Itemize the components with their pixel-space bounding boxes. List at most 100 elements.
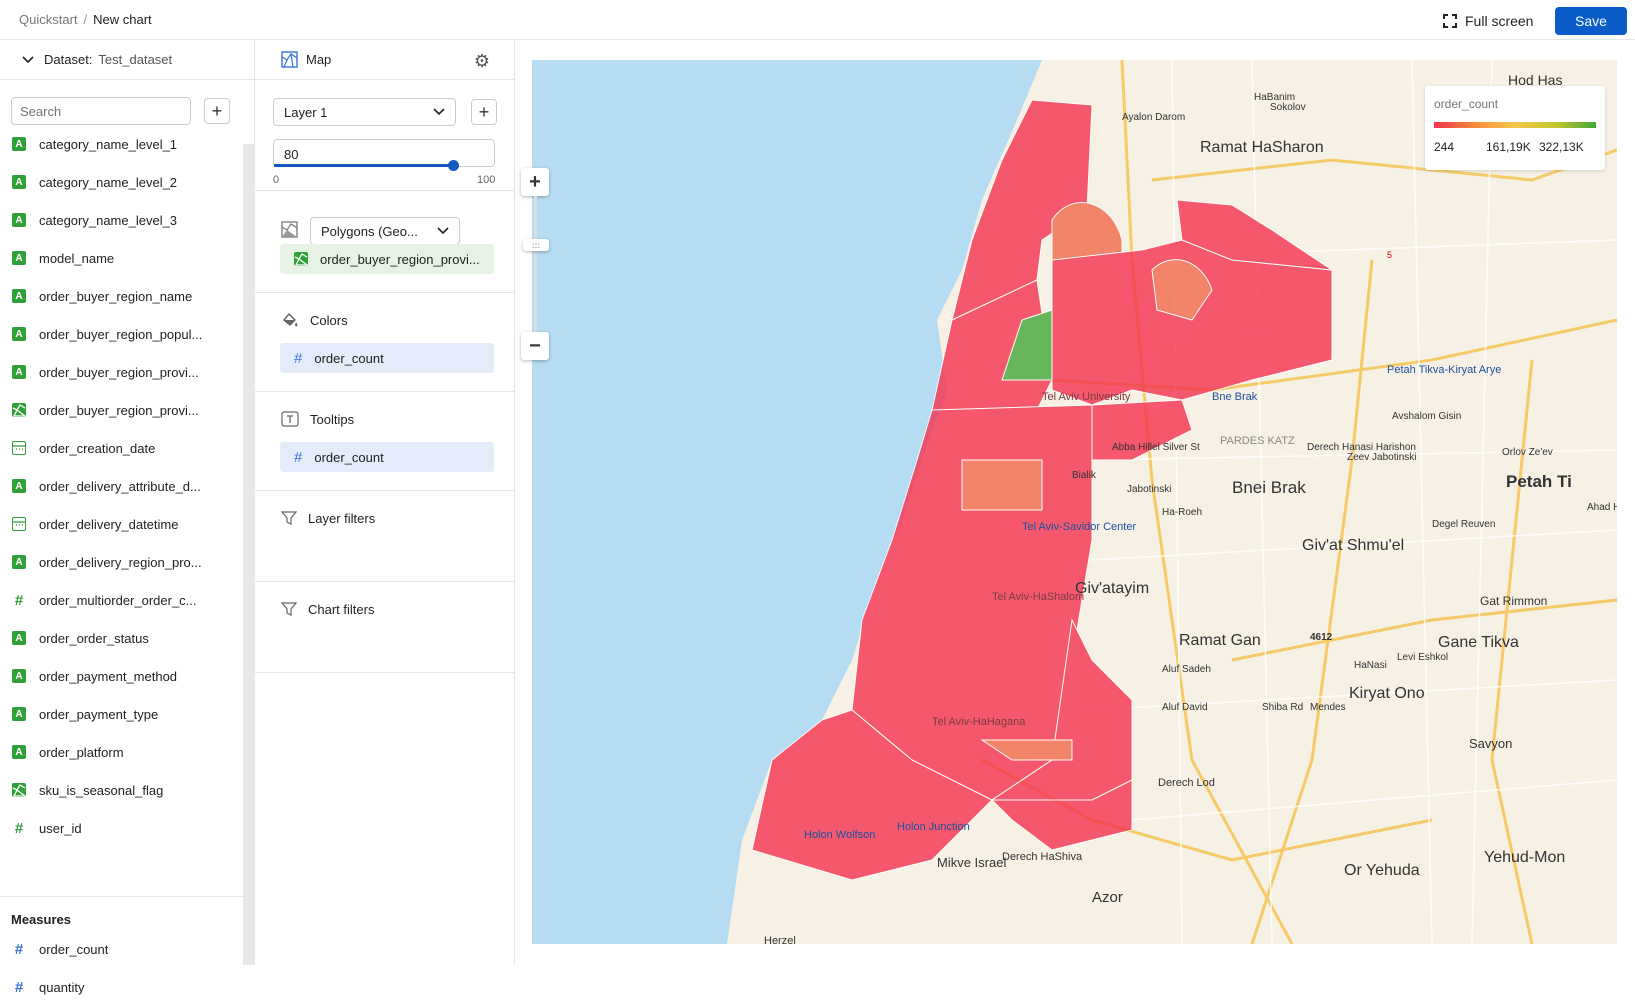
gear-icon[interactable]: ⚙	[474, 51, 490, 72]
number-field-icon: #	[14, 819, 24, 837]
field-name: order_delivery_datetime	[39, 516, 179, 532]
number-field-icon: #	[294, 448, 303, 466]
map-label: Holon Wolfson	[804, 829, 875, 841]
add-layer-button[interactable]: +	[471, 99, 497, 125]
string-field-icon: A	[12, 745, 26, 759]
slider-min-label: 0	[273, 174, 280, 186]
geo-field-icon	[12, 783, 26, 797]
field-name: order_buyer_region_popul...	[39, 326, 203, 342]
legend-max: 322,13K	[1539, 140, 1584, 154]
section-divider	[255, 581, 515, 582]
tooltips-field-chip[interactable]: # order_count	[280, 442, 494, 472]
dataset-label: Dataset:	[44, 52, 93, 67]
map-label: Bnei Brak	[1232, 478, 1306, 497]
calendar-field-icon	[12, 517, 26, 531]
geo-field-icon	[294, 252, 308, 266]
colors-field-chip[interactable]: # order_count	[280, 343, 494, 373]
geo-field-chip[interactable]: order_buyer_region_provi...	[280, 244, 494, 274]
map-label: Petah Tikva-Kiryat Arye	[1387, 364, 1501, 376]
add-field-button[interactable]: +	[204, 98, 230, 124]
polygon-layer-icon	[281, 221, 298, 238]
map-label: Degel Reuven	[1432, 519, 1495, 530]
map-label: Kiryat Ono	[1349, 685, 1425, 702]
field-item[interactable]: Aorder_buyer_region_provi...	[0, 353, 243, 391]
dataset-name[interactable]: Test_dataset	[98, 52, 172, 67]
field-item[interactable]: Aorder_delivery_region_pro...	[0, 543, 243, 581]
map-label: Tel Aviv-Savidor Center	[1022, 521, 1136, 533]
map-label: Petah Ti	[1506, 472, 1572, 491]
paint-bucket-icon	[283, 313, 298, 327]
field-search-row: +	[11, 97, 230, 125]
field-item[interactable]: order_delivery_datetime	[0, 505, 243, 543]
field-item[interactable]: Acategory_name_level_3	[0, 201, 243, 239]
measures-divider	[0, 896, 243, 897]
field-item[interactable]: Aorder_delivery_attribute_d...	[0, 467, 243, 505]
field-list: Acategory_name_level_1 Acategory_name_lev…	[0, 125, 243, 847]
map-label: Shiba Rd	[1262, 702, 1303, 713]
dataset-header[interactable]: Dataset: Test_dataset	[0, 40, 254, 80]
map-label: Savyon	[1469, 736, 1512, 751]
field-item[interactable]: # order_multiorder_order_c...	[0, 581, 243, 619]
field-item[interactable]: Aorder_order_status	[0, 619, 243, 657]
layer-select[interactable]: Layer 1	[273, 98, 456, 126]
colors-field-name: order_count	[314, 350, 384, 366]
zoom-out-button[interactable]: −	[521, 332, 549, 360]
field-item[interactable]: order_creation_date	[0, 429, 243, 467]
field-item[interactable]: sku_is_seasonal_flag	[0, 771, 243, 809]
measures-title: Measures	[11, 912, 71, 927]
colors-title: Colors	[310, 312, 348, 328]
map-label: Ramat HaSharon	[1200, 139, 1324, 156]
calendar-field-icon	[12, 441, 26, 455]
field-list-scrollbar[interactable]	[243, 144, 255, 965]
opacity-slider-track[interactable]	[274, 164, 450, 167]
measure-item[interactable]: # order_count	[0, 930, 243, 968]
plus-icon: +	[529, 170, 541, 193]
field-item[interactable]: Aorder_buyer_region_popul...	[0, 315, 243, 353]
map-label: Avshalom Gisin	[1392, 411, 1461, 422]
map-svg[interactable]: Ramat HaSharon Bnei Brak Bne Brak PARDES…	[532, 60, 1617, 944]
field-item[interactable]: Amodel_name	[0, 239, 243, 277]
zoom-slider-handle[interactable]: :::	[523, 239, 549, 251]
fullscreen-button[interactable]: Full screen	[1443, 11, 1533, 31]
zoom-in-button[interactable]: +	[521, 168, 549, 196]
zoom-slider-track[interactable]	[534, 196, 537, 338]
map-label: Aluf Sadeh	[1162, 664, 1211, 675]
field-item[interactable]: Aorder_payment_type	[0, 695, 243, 733]
field-item[interactable]: Aorder_buyer_region_name	[0, 277, 243, 315]
field-name: order_creation_date	[39, 440, 156, 456]
field-item[interactable]: Aorder_platform	[0, 733, 243, 771]
string-field-icon: A	[12, 289, 26, 303]
save-button[interactable]: Save	[1555, 7, 1627, 35]
chart-type-header[interactable]: Map ⚙	[255, 40, 514, 80]
map-label: Derech Hanasi Harishon	[1307, 442, 1416, 453]
opacity-input[interactable]: 80	[273, 139, 495, 167]
filter-icon	[281, 511, 297, 525]
field-name: order_payment_method	[39, 668, 178, 684]
field-item[interactable]: Acategory_name_level_2	[0, 163, 243, 201]
measure-item[interactable]: # quantity	[0, 968, 243, 1006]
geo-field-icon	[12, 403, 26, 417]
field-name: sku_is_seasonal_flag	[39, 782, 164, 798]
map-label: Jabotinski	[1127, 484, 1171, 495]
opacity-slider-handle[interactable]	[448, 160, 459, 171]
field-search-input[interactable]	[11, 97, 191, 125]
field-item[interactable]: Acategory_name_level_1	[0, 125, 243, 163]
chart-filters-title: Chart filters	[308, 601, 375, 617]
chevron-down-icon	[437, 227, 449, 235]
string-field-icon: A	[12, 137, 26, 151]
geo-type-select[interactable]: Polygons (Geo...	[310, 217, 460, 245]
field-item[interactable]: # user_id	[0, 809, 243, 847]
fullscreen-icon	[1443, 14, 1457, 28]
string-field-icon: A	[12, 251, 26, 265]
field-item[interactable]: Aorder_payment_method	[0, 657, 243, 695]
region-polygon[interactable]	[961, 459, 1043, 511]
map-canvas[interactable]: Ramat HaSharon Bnei Brak Bne Brak PARDES…	[532, 60, 1617, 944]
string-field-icon: A	[12, 555, 26, 569]
map-label: Abba Hillel Silver St	[1112, 442, 1200, 453]
chevron-down-icon[interactable]	[22, 54, 34, 66]
breadcrumb-root-link[interactable]: Quickstart	[19, 12, 78, 27]
map-label: Bialik	[1072, 470, 1097, 481]
plus-icon: +	[478, 101, 490, 122]
field-item[interactable]: order_buyer_region_provi...	[0, 391, 243, 429]
field-name: category_name_level_2	[39, 174, 178, 190]
